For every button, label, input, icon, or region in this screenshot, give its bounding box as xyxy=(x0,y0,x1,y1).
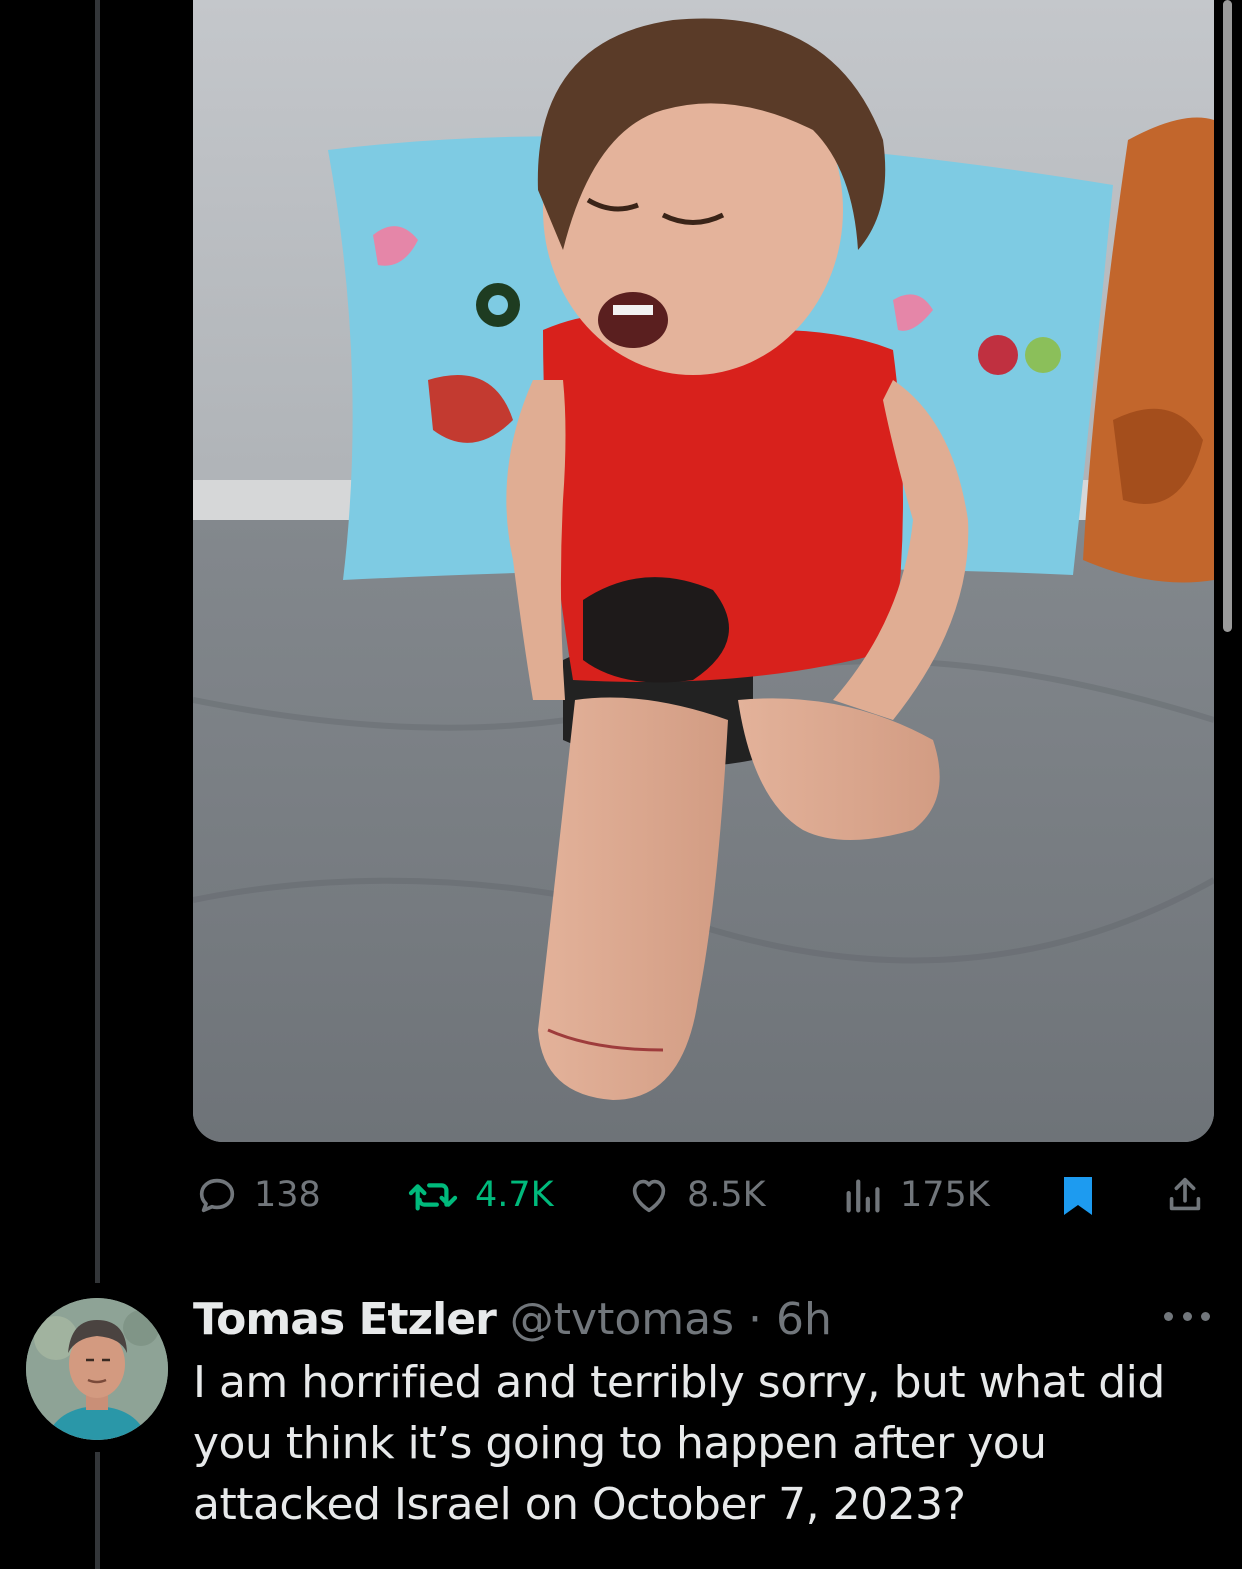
reply-timestamp[interactable]: 6h xyxy=(776,1294,832,1345)
reply-author-name[interactable]: Tomas Etzler xyxy=(193,1294,497,1345)
header-separator: · xyxy=(748,1294,762,1345)
heart-icon xyxy=(625,1172,673,1218)
reply-button[interactable]: 138 xyxy=(194,1170,321,1220)
retweet-count: 4.7K xyxy=(475,1175,554,1215)
reply-author-handle[interactable]: @tvtomas xyxy=(510,1294,734,1345)
reply-body-text: I am horrified and terribly sorry, but w… xyxy=(193,1357,1165,1530)
scrollbar-thumb[interactable] xyxy=(1223,0,1232,632)
views-bar-icon xyxy=(842,1172,886,1218)
tweet-media-photo[interactable] xyxy=(193,0,1214,1142)
bookmark-icon xyxy=(1057,1171,1099,1219)
reply-header: Tomas Etzler @tvtomas · 6h xyxy=(193,1290,832,1350)
thread-connector-line xyxy=(95,0,100,1283)
views-count: 175K xyxy=(900,1175,990,1215)
like-count: 8.5K xyxy=(687,1175,766,1215)
more-horizontal-icon[interactable] xyxy=(1164,1304,1210,1328)
share-button[interactable] xyxy=(1162,1170,1208,1220)
like-button[interactable]: 8.5K xyxy=(625,1170,766,1220)
views-button[interactable]: 175K xyxy=(842,1170,990,1220)
bookmark-button[interactable] xyxy=(1057,1170,1099,1220)
thread-connector-line-lower xyxy=(95,1452,100,1569)
share-icon xyxy=(1162,1172,1208,1218)
reply-count: 138 xyxy=(254,1175,321,1215)
retweet-button[interactable]: 4.7K xyxy=(405,1170,554,1220)
reply-author-avatar[interactable] xyxy=(26,1298,168,1440)
reply-bubble-icon xyxy=(194,1172,240,1218)
retweet-icon xyxy=(405,1172,461,1218)
